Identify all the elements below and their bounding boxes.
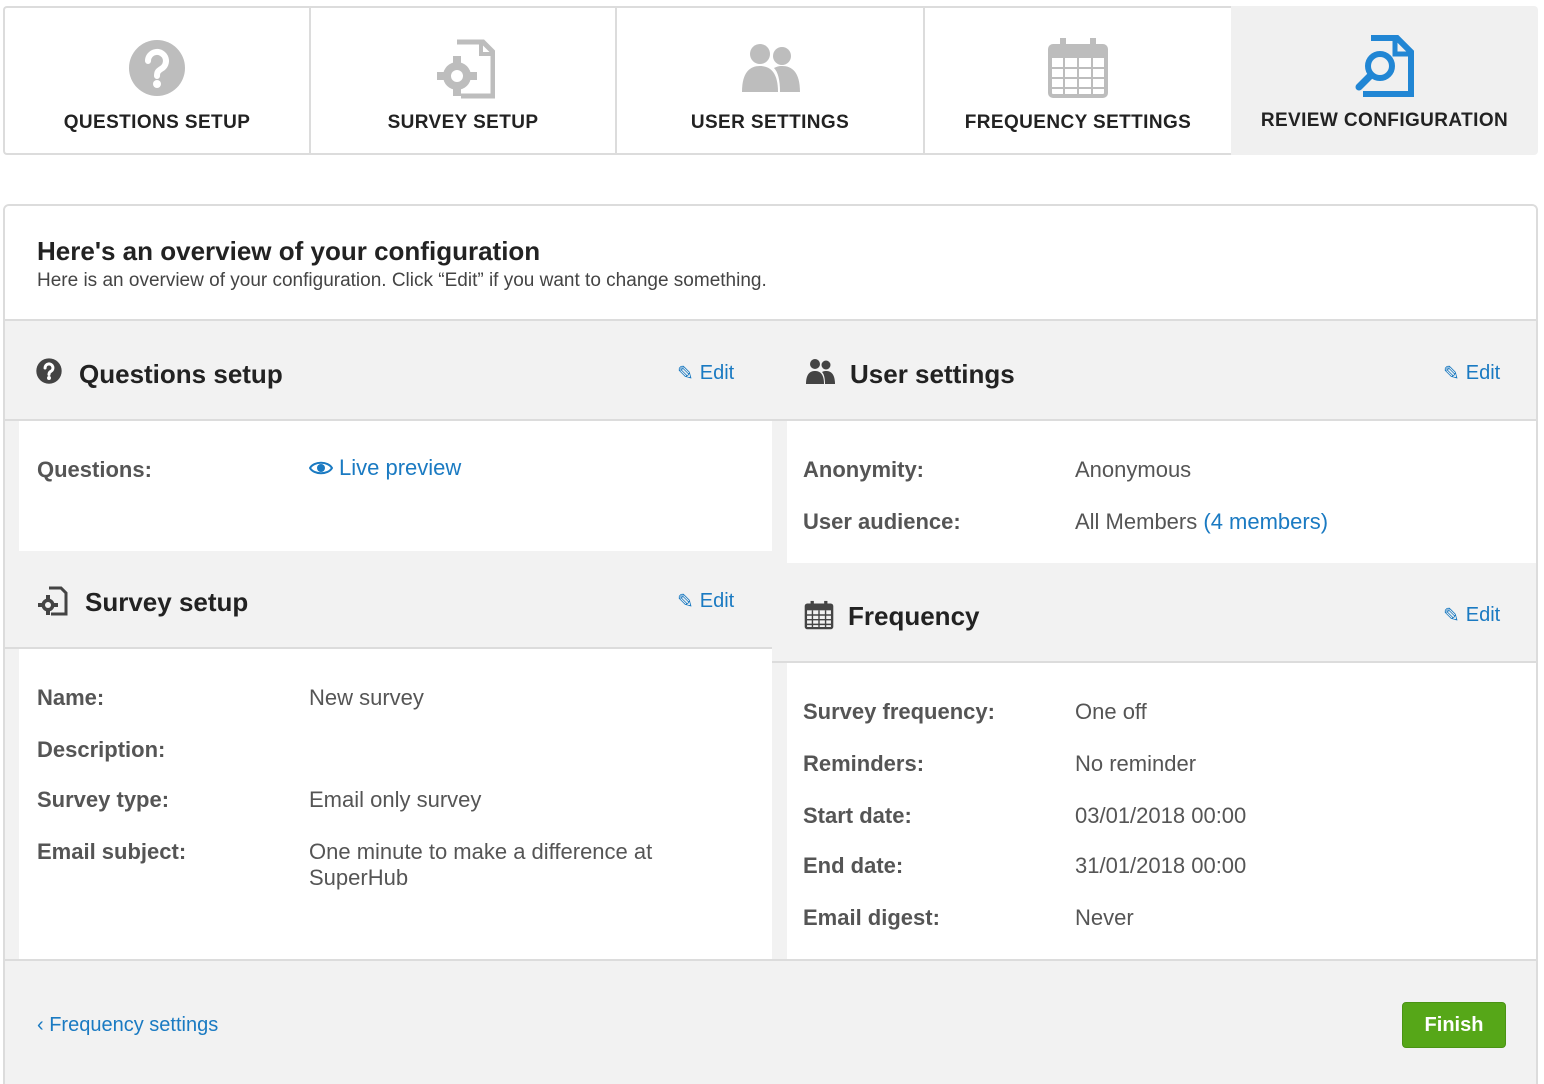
- edit-label: Edit: [1465, 604, 1501, 626]
- step-label: QUESTIONS SETUP: [63, 112, 251, 133]
- edit-label: Edit: [699, 590, 735, 612]
- start-date-label: Start date:: [803, 803, 912, 828]
- wizard-steps: QUESTIONS SETUP SURVEY SETUP USER SETTIN…: [3, 6, 1538, 155]
- email-digest-label: Email digest:: [803, 905, 940, 930]
- audience-label: User audience:: [803, 509, 961, 534]
- step-label: SURVEY SETUP: [387, 112, 539, 133]
- footer-divider: [5, 959, 1536, 961]
- edit-label: Edit: [699, 362, 735, 384]
- document-gear-icon: [38, 586, 68, 616]
- users-icon: [742, 44, 800, 92]
- email-subject-value: One minute to make a difference at Super…: [309, 839, 653, 890]
- end-date-label: End date:: [803, 853, 904, 878]
- frequency-edit-button[interactable]: ✎ Edit: [1443, 603, 1500, 628]
- calendar-icon: [1048, 38, 1108, 98]
- document-gear-icon: [437, 39, 495, 99]
- frequency-title: Frequency: [848, 601, 980, 631]
- audience-value: All Members (4 members): [1075, 509, 1328, 535]
- audience-text: All Members: [1075, 509, 1198, 534]
- start-date-value: 03/01/2018 00:00: [1075, 803, 1247, 828]
- frequency-body: Survey frequency: One off Reminders: No …: [787, 663, 1536, 959]
- finish-button[interactable]: Finish: [1402, 1002, 1506, 1048]
- step-label: USER SETTINGS: [690, 112, 850, 133]
- step-label: REVIEW CONFIGURATION: [1260, 110, 1509, 131]
- survey-name-value: New survey: [309, 685, 424, 710]
- survey-description-label: Description:: [37, 737, 166, 762]
- frequency-header: Frequency ✎ Edit: [772, 565, 1536, 663]
- user-settings-body: Anonymity: Anonymous User audience: All …: [787, 421, 1536, 563]
- overview-title: Here's an overview of your configuration: [37, 236, 541, 266]
- email-subject-label: Email subject:: [37, 839, 187, 864]
- step-survey-setup[interactable]: SURVEY SETUP: [309, 6, 615, 155]
- survey-frequency-value: One off: [1075, 699, 1147, 724]
- pencil-icon: ✎: [1443, 605, 1460, 627]
- reminders-label: Reminders:: [803, 751, 925, 776]
- survey-setup-body: Name: New survey Description: Survey typ…: [19, 649, 772, 959]
- step-review-configuration[interactable]: REVIEW CONFIGURATION: [1231, 6, 1538, 155]
- survey-setup-title: Survey setup: [85, 587, 249, 617]
- user-settings-header: User settings ✎ Edit: [772, 323, 1536, 421]
- survey-type-value: Email only survey: [309, 787, 482, 812]
- anonymity-value: Anonymous: [1075, 457, 1192, 482]
- live-preview-label: Live preview: [339, 455, 462, 480]
- step-user-settings[interactable]: USER SETTINGS: [615, 6, 923, 155]
- reminders-value: No reminder: [1075, 751, 1197, 776]
- user-settings-edit-button[interactable]: ✎ Edit: [1443, 361, 1500, 386]
- pencil-icon: ✎: [1443, 363, 1460, 385]
- edit-label: Edit: [1465, 362, 1501, 384]
- live-preview-link[interactable]: Live preview: [309, 455, 461, 481]
- survey-edit-button[interactable]: ✎ Edit: [677, 589, 734, 614]
- pencil-icon: ✎: [677, 363, 694, 385]
- step-frequency-settings[interactable]: FREQUENCY SETTINGS: [923, 6, 1231, 155]
- questions-setup-header: Questions setup ✎ Edit: [5, 323, 772, 421]
- audience-members-link[interactable]: (4 members): [1203, 509, 1328, 534]
- step-label: FREQUENCY SETTINGS: [964, 112, 1192, 133]
- pencil-icon: ✎: [677, 591, 694, 613]
- question-circle-icon: [129, 40, 185, 96]
- questions-setup-title: Questions setup: [79, 359, 283, 389]
- step-questions-setup[interactable]: QUESTIONS SETUP: [3, 6, 309, 155]
- calendar-icon: [804, 600, 834, 630]
- eye-icon: [309, 461, 333, 475]
- question-circle-icon: [36, 358, 62, 384]
- questions-edit-button[interactable]: ✎ Edit: [677, 361, 734, 386]
- back-to-frequency-settings-link[interactable]: ‹ Frequency settings: [37, 1014, 218, 1037]
- user-settings-title: User settings: [850, 359, 1015, 389]
- users-icon: [806, 359, 835, 384]
- questions-setup-body: Questions: Live preview: [19, 421, 772, 551]
- anonymity-label: Anonymity:: [803, 457, 924, 482]
- overview-card: Here's an overview of your configuration…: [3, 204, 1538, 1084]
- email-digest-value: Never: [1075, 905, 1134, 930]
- end-date-value: 31/01/2018 00:00: [1075, 853, 1247, 878]
- survey-setup-header: Survey setup ✎ Edit: [5, 551, 772, 649]
- survey-frequency-label: Survey frequency:: [803, 699, 995, 724]
- questions-label: Questions:: [37, 457, 152, 482]
- survey-name-label: Name:: [37, 685, 105, 710]
- document-search-icon: [1355, 35, 1414, 97]
- overview-subtitle: Here is an overview of your configuratio…: [37, 270, 767, 291]
- card-header: Here's an overview of your configuration…: [5, 206, 1536, 321]
- survey-type-label: Survey type:: [37, 787, 170, 812]
